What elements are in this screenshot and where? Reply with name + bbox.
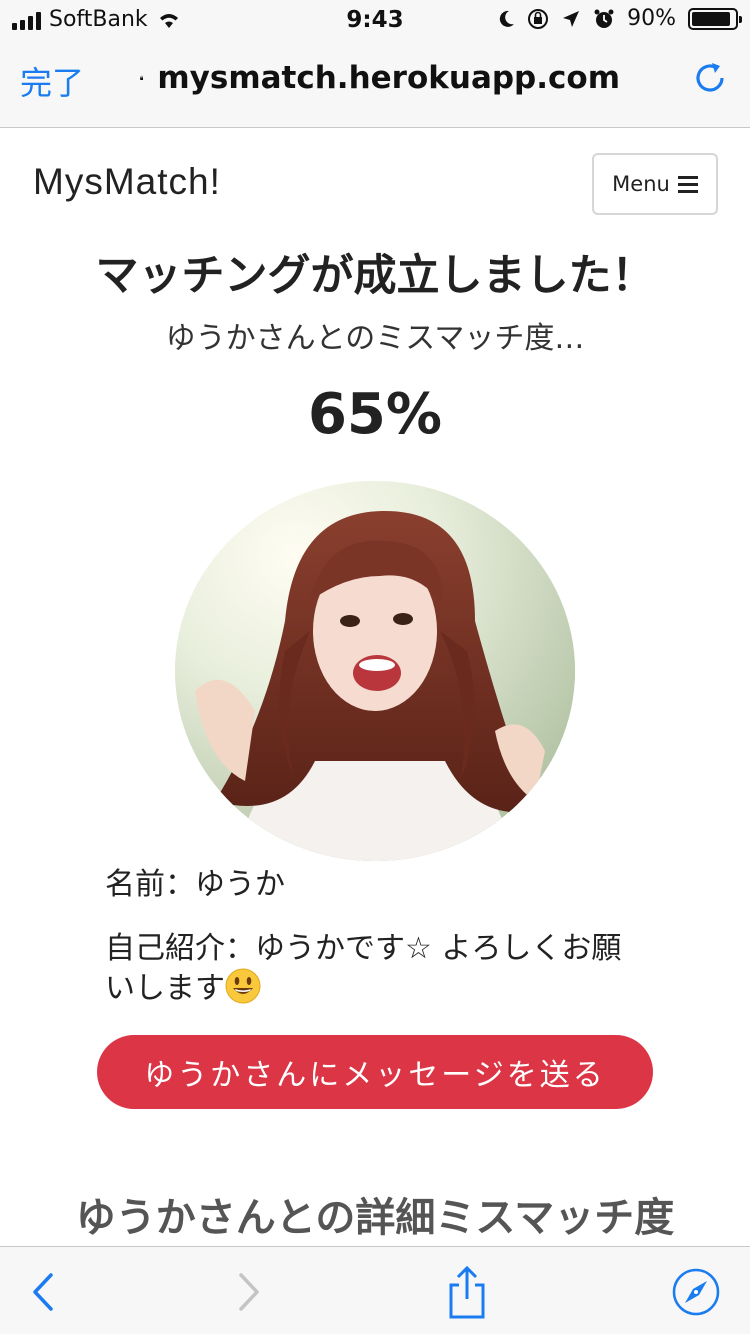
lock-icon (140, 75, 144, 80)
safari-button[interactable] (669, 1265, 723, 1319)
done-button[interactable]: 完了 (20, 58, 84, 104)
battery-icon (688, 7, 742, 30)
back-button[interactable] (16, 1265, 70, 1319)
back-icon (33, 1273, 53, 1311)
detail-mismatch-heading: ゆうかさんとの詳細ミスマッチ度 (75, 1195, 675, 1241)
url-text: mysmatch.herokuapp.com (157, 60, 620, 96)
match-headline: マッチングが成立しました！ (95, 251, 655, 301)
menu-label: Menu (612, 172, 670, 196)
address-bar: 完了 mysmatch.herokuapp.com (0, 40, 750, 128)
profile-bio-text: 自己紹介：ゆうかです☆ よろしくお願いします (105, 931, 622, 1006)
forward-button[interactable] (222, 1265, 276, 1319)
battery-percent: 90% (627, 6, 676, 31)
mismatch-percent: 65% (307, 382, 443, 447)
location-icon (563, 10, 580, 27)
profile-photo-illustration (175, 481, 575, 861)
brand-logo[interactable]: MysMatch! (33, 161, 221, 203)
share-button[interactable] (440, 1265, 494, 1319)
page-content: MysMatch! Menu マッチングが成立しました！ ゆうかさんとのミスマッ… (0, 129, 750, 1246)
reload-icon[interactable] (690, 58, 730, 98)
mismatch-subline: ゆうかさんとのミスマッチ度… (165, 321, 585, 356)
profile-bio: 自己紹介：ゆうかです☆ よろしくお願いします (105, 929, 645, 1008)
status-bar: SoftBank 9:43 90% (0, 0, 750, 40)
browser-toolbar (0, 1246, 750, 1334)
status-right: 90% (497, 6, 742, 31)
moon-icon (499, 10, 515, 27)
forward-icon (239, 1273, 259, 1311)
orientation-lock-icon (528, 8, 549, 29)
alarm-icon (594, 9, 614, 28)
profile-name: 名前：ゆうか (105, 867, 285, 902)
share-icon (449, 1265, 485, 1319)
smiley-emoji-icon (225, 968, 261, 1004)
hamburger-icon (677, 175, 698, 193)
menu-button[interactable]: Menu (592, 153, 718, 215)
url-field[interactable]: mysmatch.herokuapp.com (140, 60, 620, 96)
send-message-button[interactable]: ゆうかさんにメッセージを送る (97, 1035, 653, 1109)
profile-photo (175, 481, 575, 861)
compass-icon (672, 1268, 720, 1316)
